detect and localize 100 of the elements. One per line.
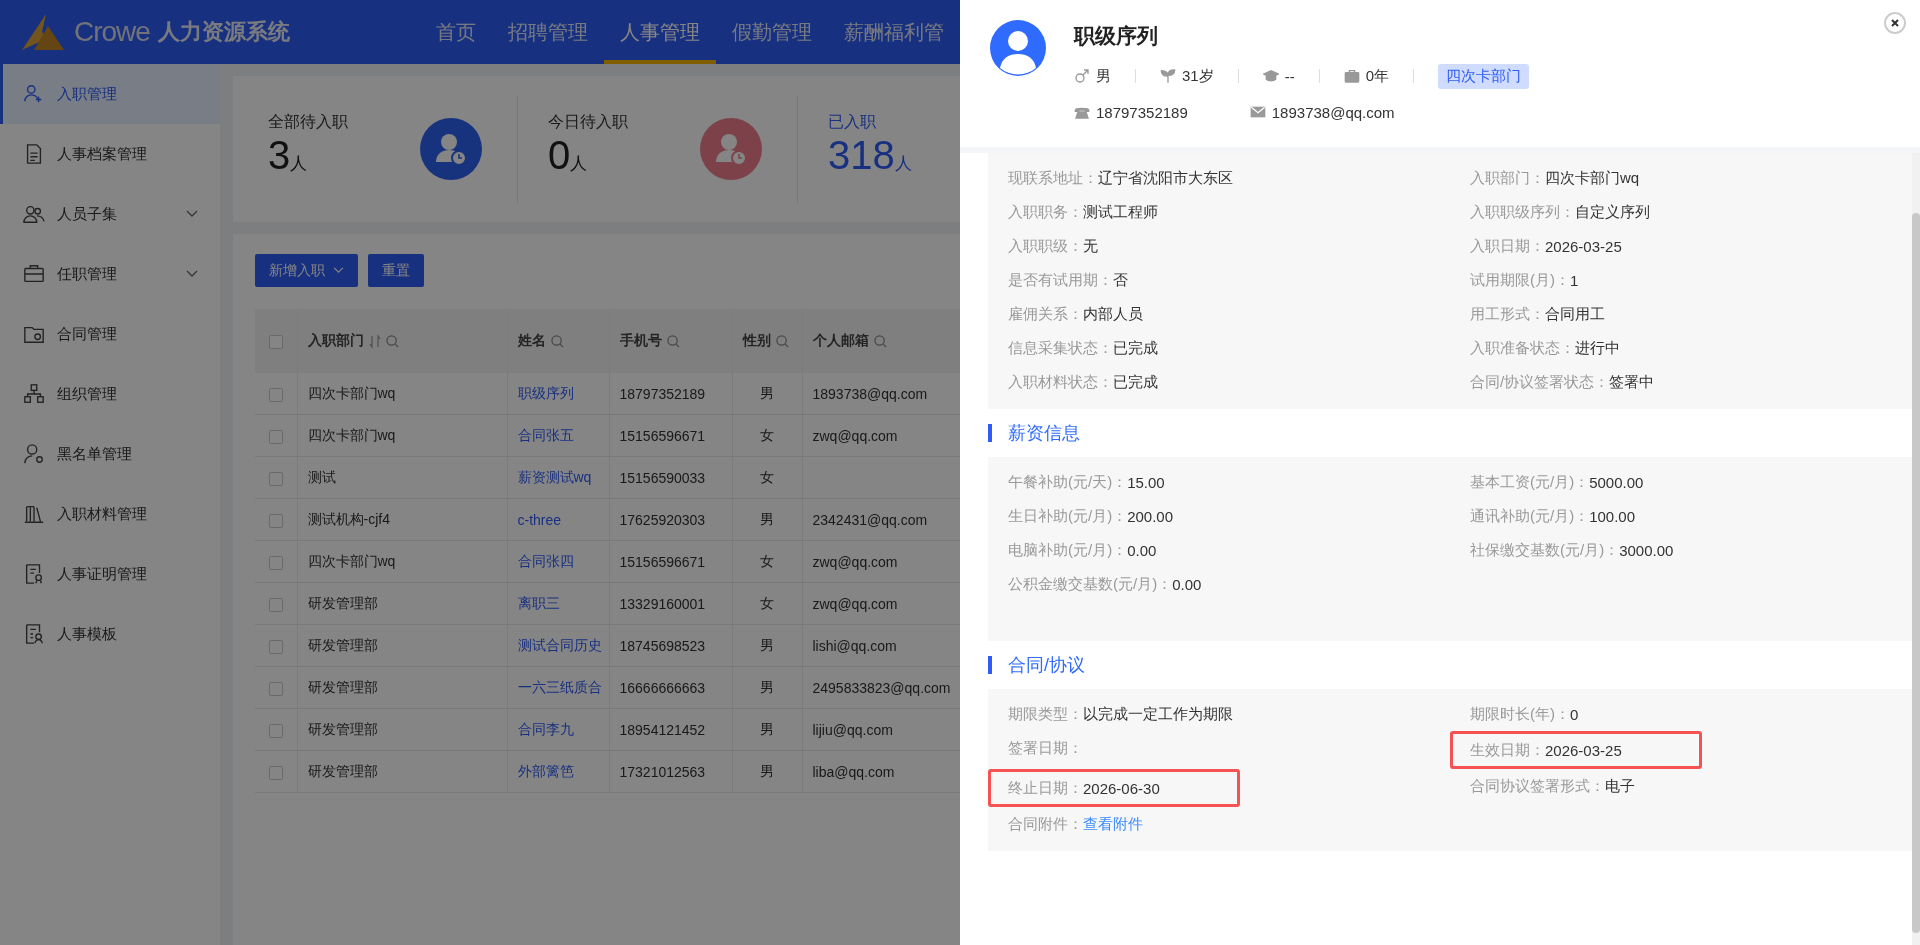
scrollbar[interactable]	[1912, 153, 1920, 945]
name-link[interactable]: 合同张四	[517, 552, 574, 569]
column-header[interactable]: 手机号	[619, 332, 662, 350]
sort-icon[interactable]	[368, 334, 381, 348]
table-cell: 研发管理部	[307, 594, 378, 611]
field-value: 进行中	[1575, 338, 1620, 358]
chevron-down-icon	[333, 267, 344, 274]
checkbox[interactable]	[268, 765, 283, 780]
table-cell: 研发管理部	[307, 678, 378, 695]
name-link[interactable]: 合同李九	[517, 720, 574, 737]
briefcase-icon	[1343, 68, 1360, 84]
checkbox[interactable]	[268, 639, 283, 654]
field-label: 签署日期：	[1008, 738, 1083, 758]
column-header[interactable]: 性别	[742, 332, 771, 350]
name-link[interactable]: 外部篱笆	[517, 762, 574, 779]
mail-icon	[1249, 104, 1266, 120]
column-header[interactable]: 入职部门	[307, 332, 364, 350]
table-cell: 研发管理部	[307, 720, 378, 737]
checkbox[interactable]	[268, 681, 283, 696]
field-value: 签署中	[1609, 372, 1655, 392]
field-value: 已完成	[1113, 338, 1158, 358]
checkbox[interactable]	[268, 597, 283, 612]
nav-tab[interactable]: 薪酬福利管	[828, 0, 960, 64]
search-icon[interactable]	[385, 334, 399, 348]
field-label: 基本工资(元/月)：	[1470, 472, 1590, 492]
sidebar-item[interactable]: 入职管理	[0, 64, 220, 124]
name-link[interactable]: 测试合同历史	[517, 636, 602, 653]
user-clock-icon	[700, 118, 762, 180]
checkbox[interactable]	[268, 387, 283, 402]
sidebar-item[interactable]: 合同管理	[0, 304, 220, 364]
field-value: 3000.00	[1619, 541, 1674, 559]
name-link[interactable]: c-three	[517, 511, 562, 528]
table-cell: 四次卡部门wq	[307, 552, 396, 569]
nav-tab[interactable]: 招聘管理	[492, 0, 604, 64]
checkbox[interactable]	[268, 471, 283, 486]
logo-icon	[20, 12, 66, 52]
search-icon[interactable]	[550, 334, 564, 348]
table-cell: 男	[760, 510, 774, 527]
sidebar-item[interactable]: 人员子集	[0, 184, 220, 244]
field-value: 自定义序列	[1575, 202, 1650, 222]
field-label: 试用期限(月)：	[1470, 270, 1570, 290]
phone-text: 18797352189	[1096, 103, 1188, 121]
name-link[interactable]: 职级序列	[517, 384, 574, 401]
field-value: 200.00	[1127, 507, 1174, 525]
table-cell: 研发管理部	[307, 636, 378, 653]
search-icon[interactable]	[666, 334, 680, 348]
stat-label: 已入职	[828, 112, 877, 132]
field-value: 四次卡部门wq	[1545, 168, 1640, 188]
menu-item-icon	[23, 563, 45, 585]
sidebar-item[interactable]: 入职材料管理	[0, 484, 220, 544]
field-value: 已完成	[1113, 372, 1158, 392]
column-header[interactable]: 个人邮箱	[812, 332, 869, 350]
field-label: 现联系地址：	[1008, 168, 1098, 188]
field-label: 雇佣关系：	[1008, 304, 1083, 324]
name-link[interactable]: 离职三	[517, 594, 560, 611]
table-cell: 17625920303	[619, 511, 706, 528]
search-icon[interactable]	[873, 334, 887, 348]
close-icon	[1891, 19, 1899, 27]
checkbox[interactable]	[268, 335, 283, 350]
stat-value: 0人	[548, 133, 589, 179]
table-cell: 2495833823@qq.com	[812, 679, 951, 696]
section-title: 薪资信息	[1008, 422, 1080, 445]
name-link[interactable]: 一六三纸质合	[517, 678, 602, 695]
sidebar-item[interactable]: 人事模板	[0, 604, 220, 664]
table-cell: 四次卡部门wq	[307, 384, 396, 401]
menu-item-icon	[23, 263, 45, 285]
dropdown-button[interactable]: 新增入职	[255, 254, 358, 287]
checkbox[interactable]	[268, 513, 283, 528]
sidebar-item[interactable]: 任职管理	[0, 244, 220, 304]
sidebar-item[interactable]: 人事档案管理	[0, 124, 220, 184]
nav-tab[interactable]: 人事管理	[604, 0, 716, 64]
field-value: 电子	[1605, 776, 1635, 796]
close-button[interactable]	[1884, 12, 1906, 34]
name-link[interactable]: 合同张五	[517, 426, 574, 443]
search-icon[interactable]	[775, 334, 789, 348]
field-value: 2026-03-25	[1545, 237, 1622, 255]
reset-button[interactable]: 重置	[368, 254, 424, 287]
column-header[interactable]: 姓名	[517, 332, 546, 350]
sidebar-item[interactable]: 黑名单管理	[0, 424, 220, 484]
field-label: 入职部门：	[1470, 168, 1545, 188]
field-label: 入职材料状态：	[1008, 372, 1113, 392]
sidebar-item[interactable]: 组织管理	[0, 364, 220, 424]
field-value: 0.00	[1127, 541, 1157, 559]
field-value: 测试工程师	[1083, 202, 1158, 222]
nav-tab[interactable]: 首页	[420, 0, 492, 64]
nav-tab[interactable]: 假勤管理	[716, 0, 828, 64]
name-link[interactable]: 薪资测试wq	[517, 468, 592, 485]
table-cell: 15156590033	[619, 469, 706, 486]
stat-label: 全部待入职	[268, 112, 349, 132]
checkbox[interactable]	[268, 723, 283, 738]
checkbox[interactable]	[268, 555, 283, 570]
field-label: 合同附件：	[1008, 814, 1083, 834]
table-cell: 男	[760, 678, 774, 695]
checkbox[interactable]	[268, 429, 283, 444]
modal-mask[interactable]	[0, 0, 960, 945]
sprout-icon	[1160, 68, 1176, 84]
attachment-link[interactable]: 查看附件	[1083, 814, 1143, 834]
section-title: 合同/协议	[1008, 654, 1085, 677]
sidebar-item[interactable]: 人事证明管理	[0, 544, 220, 604]
table-cell: 四次卡部门wq	[307, 426, 396, 443]
